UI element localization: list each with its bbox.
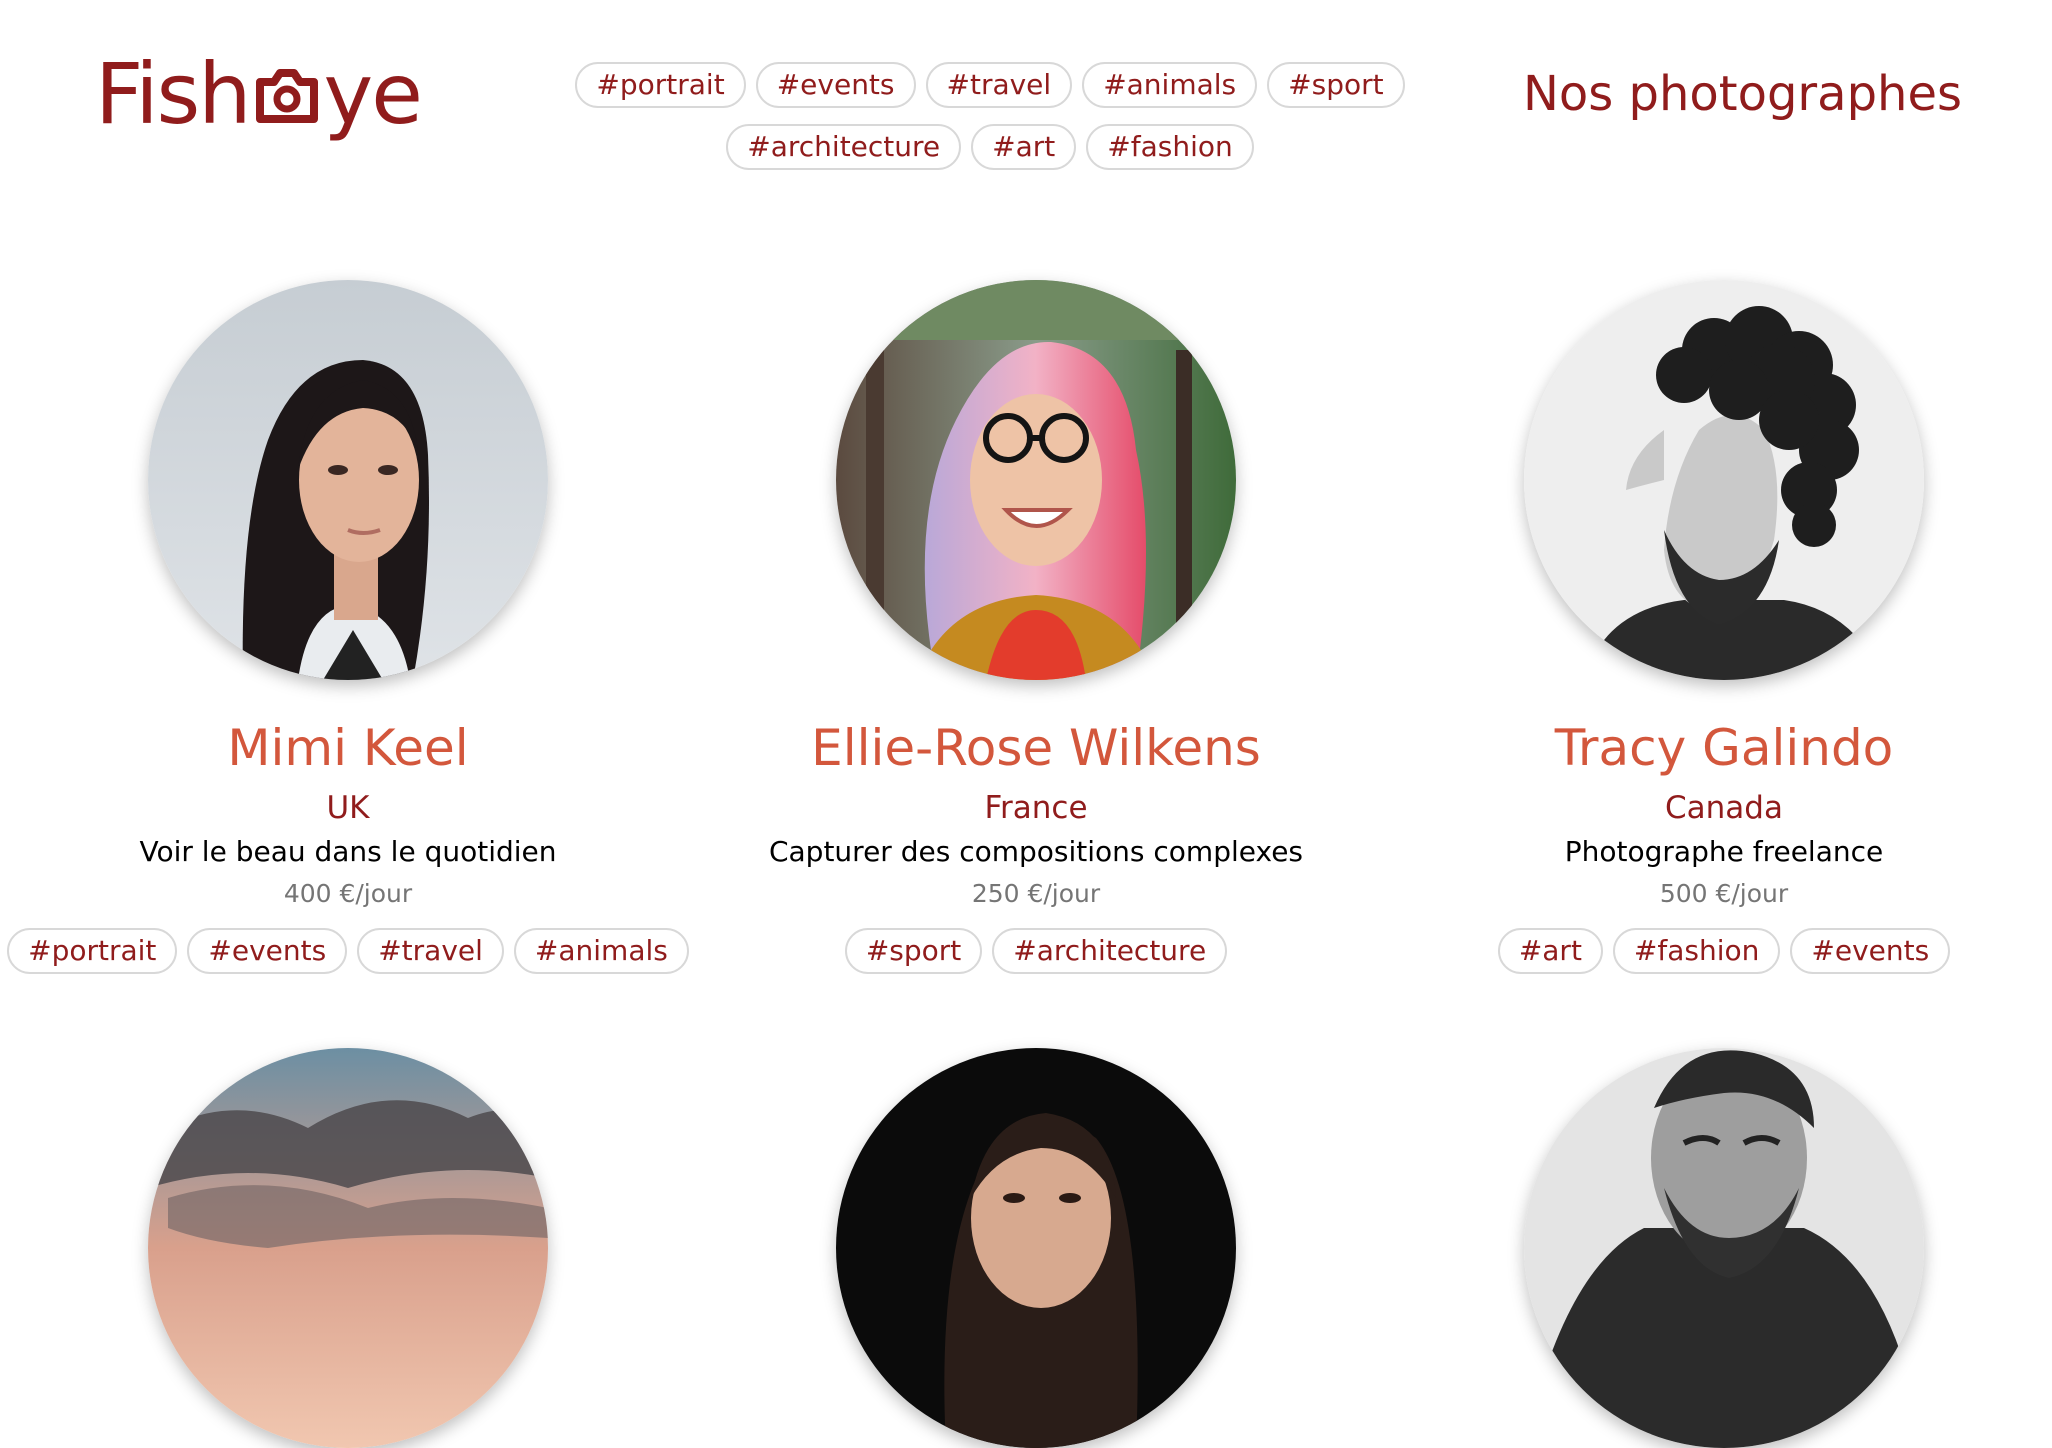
photographer-location: Canada: [1665, 790, 1783, 826]
nav-tag-events[interactable]: #events: [755, 62, 916, 108]
photographer-avatar[interactable]: [148, 1048, 548, 1448]
page-title: Nos photographes: [1522, 66, 1962, 122]
photographer-tags: #sport #architecture: [844, 928, 1228, 974]
photographer-avatar[interactable]: [148, 280, 548, 680]
nav-tag-animals[interactable]: #animals: [1082, 62, 1258, 108]
photographer-tag[interactable]: #fashion: [1612, 928, 1781, 974]
photographer-tag[interactable]: #art: [1497, 928, 1603, 974]
nav-tag-portrait[interactable]: #portrait: [575, 62, 746, 108]
nav-tag-architecture[interactable]: #architecture: [726, 124, 962, 170]
photographer-name[interactable]: Mimi Keel: [227, 718, 468, 778]
photographer-card: Mimi Keel UK Voir le beau dans le quotid…: [0, 280, 698, 974]
photographer-price: 400 €/jour: [283, 879, 413, 908]
photographer-tag[interactable]: #events: [1790, 928, 1951, 974]
photographer-card: Tracy Galindo Canada Photographe freelan…: [1374, 280, 2052, 974]
photographer-name[interactable]: Tracy Galindo: [1555, 718, 1894, 778]
photographer-tag[interactable]: #portrait: [7, 928, 178, 974]
photographer-avatar[interactable]: [836, 1048, 1236, 1448]
photographer-tag[interactable]: #events: [187, 928, 348, 974]
nav-tag-art[interactable]: #art: [971, 124, 1077, 170]
nav-tag-travel[interactable]: #travel: [925, 62, 1073, 108]
photographer-tagline: Capturer des compositions complexes: [768, 835, 1304, 868]
photographer-tag[interactable]: #travel: [357, 928, 504, 974]
photographer-avatar[interactable]: [1524, 1048, 1924, 1448]
photographer-name[interactable]: Ellie-Rose Wilkens: [811, 718, 1261, 778]
photographer-location: UK: [326, 790, 370, 826]
photographer-tagline: Photographe freelance: [1564, 835, 1884, 868]
photographer-card: Ellie-Rose Wilkens France Capturer des c…: [686, 280, 1386, 974]
fisheye-logo[interactable]: Fish ye: [95, 45, 423, 143]
photographer-price: 250 €/jour: [971, 879, 1101, 908]
camera-icon: [252, 66, 322, 126]
tag-filter-nav: #portrait #events #travel #animals #spor…: [480, 62, 1500, 170]
photographer-tag[interactable]: #sport: [844, 928, 983, 974]
photographer-tags: #art #fashion #events: [1497, 928, 1951, 974]
nav-tag-fashion[interactable]: #fashion: [1086, 124, 1254, 170]
logo-text-left: Fish: [95, 45, 252, 143]
photographer-avatar[interactable]: [836, 280, 1236, 680]
photographer-avatar[interactable]: [1524, 280, 1924, 680]
photographer-tag[interactable]: #architecture: [992, 928, 1228, 974]
photographer-tag[interactable]: #animals: [513, 928, 689, 974]
photographer-location: France: [984, 790, 1088, 826]
photographer-card: [1374, 1048, 2052, 1448]
logo-text-right: ye: [323, 45, 423, 143]
photographer-price: 500 €/jour: [1659, 879, 1789, 908]
photographer-tags: #portrait #events #travel #animals: [7, 928, 689, 974]
photographer-card: [0, 1048, 698, 1448]
photographer-card: [686, 1048, 1386, 1448]
nav-tag-sport[interactable]: #sport: [1267, 62, 1405, 108]
photographer-tagline: Voir le beau dans le quotidien: [139, 835, 557, 868]
